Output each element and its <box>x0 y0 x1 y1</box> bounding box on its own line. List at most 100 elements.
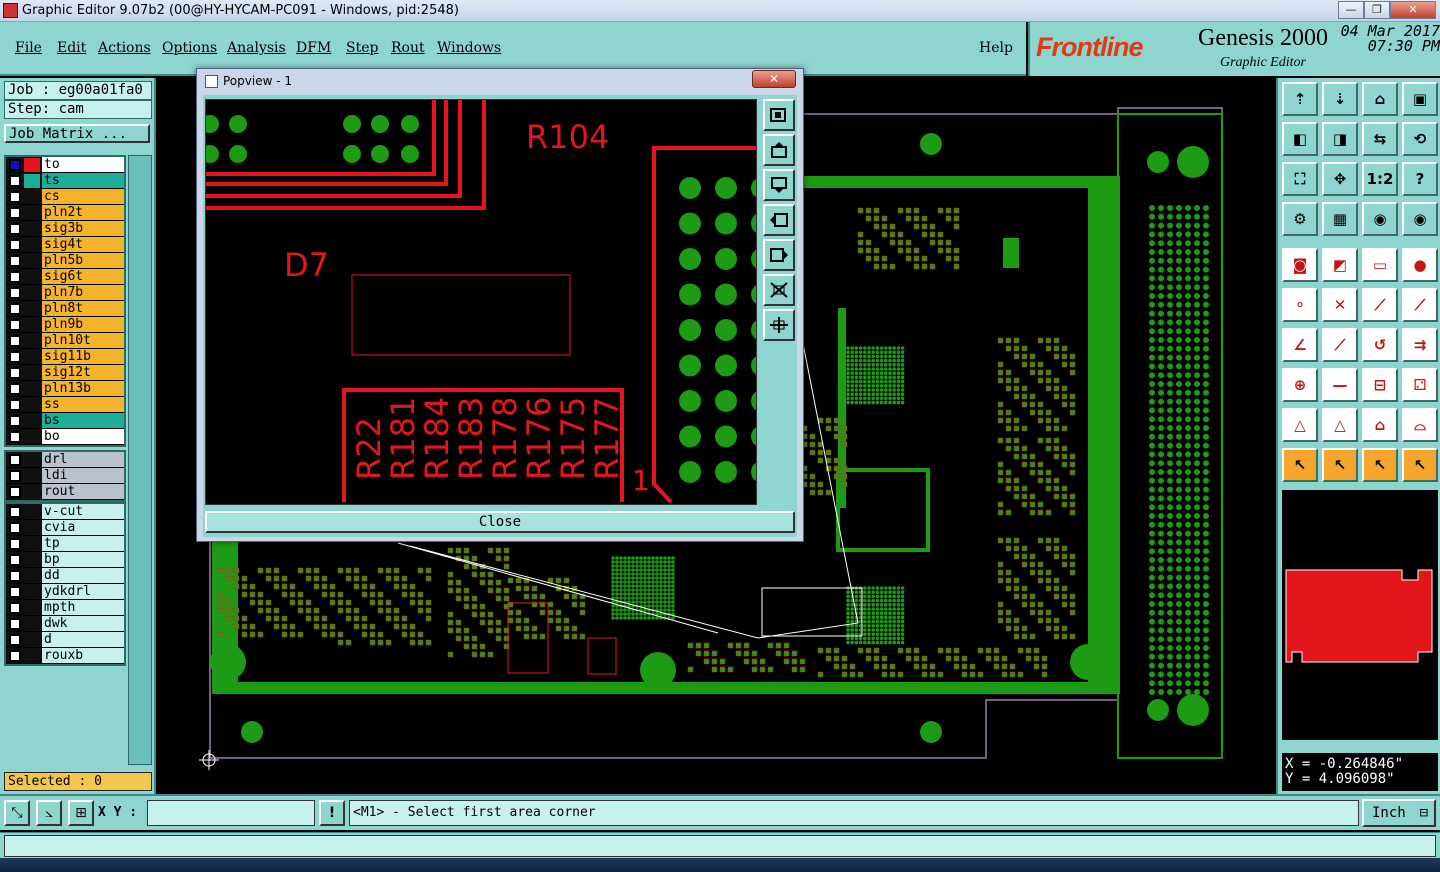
scale-icon[interactable]: 1:2 <box>1362 162 1398 196</box>
popview-home-button[interactable] <box>763 309 795 341</box>
help-query-icon[interactable]: ? <box>1402 162 1438 196</box>
layer-checkbox[interactable] <box>9 506 21 518</box>
rotate-icon[interactable]: ⟲ <box>1402 122 1438 156</box>
alert-button[interactable]: ! <box>319 800 345 826</box>
window-icon[interactable]: ▣ <box>1402 82 1438 116</box>
menu-options[interactable]: Options <box>162 40 217 56</box>
menu-windows[interactable]: Windows <box>437 40 501 56</box>
grid-toggle-icon[interactable]: ▦ <box>1322 202 1358 236</box>
menu-step[interactable]: Step <box>346 40 378 56</box>
arc-icon[interactable]: ⟋ <box>1402 288 1438 322</box>
layer-checkbox[interactable] <box>9 486 21 498</box>
popview-fit-button[interactable] <box>763 274 795 306</box>
layer-row[interactable]: bo <box>6 429 124 445</box>
menu-rout[interactable]: Rout <box>391 40 425 56</box>
layer-checkbox[interactable] <box>9 554 21 566</box>
layer-checkbox[interactable] <box>9 271 21 283</box>
home-view-icon[interactable]: ⌂ <box>1362 82 1398 116</box>
menu-analysis[interactable]: Analysis <box>227 40 286 56</box>
measure-box-icon[interactable]: ⊟ <box>1362 368 1398 402</box>
fit-icon[interactable]: ⛶ <box>1282 162 1318 196</box>
line-icon[interactable]: ⟋ <box>1362 288 1398 322</box>
layer-row[interactable]: ydkdrl <box>6 584 124 600</box>
zoom-area-icon[interactable]: ⤡ <box>4 800 30 826</box>
layer-checkbox[interactable] <box>9 159 21 171</box>
layer-row[interactable]: pln13b <box>6 381 124 397</box>
layer-row[interactable]: cvia <box>6 520 124 536</box>
layer-checkbox[interactable] <box>9 634 21 646</box>
layer-row[interactable]: sig11b <box>6 349 124 365</box>
popview-close-button[interactable]: Close <box>205 511 795 533</box>
overview-map[interactable] <box>1282 490 1438 740</box>
layer-row[interactable]: d <box>6 632 124 648</box>
layer-row[interactable]: pln2t <box>6 205 124 221</box>
flip-icon[interactable]: ⇆ <box>1362 122 1398 156</box>
group-icon[interactable]: ⚁ <box>1402 368 1438 402</box>
triangle-up-icon[interactable]: △ <box>1322 408 1358 442</box>
layer-checkbox[interactable] <box>9 538 21 550</box>
layer-checkbox[interactable] <box>9 586 21 598</box>
select-box-icon[interactable]: ↖ <box>1322 448 1358 482</box>
layer-row[interactable]: dd <box>6 568 124 584</box>
layer-checkbox[interactable] <box>9 470 21 482</box>
layer-row[interactable]: pln5b <box>6 253 124 269</box>
close-window-button[interactable]: ✕ <box>1390 1 1436 19</box>
arch-down-icon[interactable]: ⌓ <box>1402 408 1438 442</box>
maximize-button[interactable]: ❐ <box>1364 1 1390 19</box>
layer-compare-icon[interactable]: ◉ <box>1362 202 1398 236</box>
layer-row[interactable]: sig12t <box>6 365 124 381</box>
layer-checkbox[interactable] <box>9 319 21 331</box>
layer-checkbox[interactable] <box>9 570 21 582</box>
layer-checkbox[interactable] <box>9 415 21 427</box>
popview-pan-up-button[interactable] <box>763 134 795 166</box>
layer-row[interactable]: pln9b <box>6 317 124 333</box>
layer-row[interactable]: bp <box>6 552 124 568</box>
layer-row[interactable]: dwk <box>6 616 124 632</box>
node-icon[interactable]: ⊕ <box>1282 368 1318 402</box>
layer-row[interactable]: to <box>6 157 124 173</box>
menu-dfm[interactable]: DFM <box>296 40 331 56</box>
layer-checkbox[interactable] <box>9 207 21 219</box>
layer-row[interactable]: sig3b <box>6 221 124 237</box>
layer-row[interactable]: pln7b <box>6 285 124 301</box>
popview-canvas[interactable]: R104 D7 1 R22 R181 R184 R183 R178 R176 R175 R17… <box>205 99 757 505</box>
layer-copy-icon[interactable]: ◉ <box>1402 202 1438 236</box>
diagonal-icon[interactable]: ⟋ <box>1322 328 1358 362</box>
ruler-icon[interactable]: ▭ <box>1362 248 1398 282</box>
layer-row[interactable]: bs <box>6 413 124 429</box>
snap-icon[interactable]: ⚙ <box>1282 202 1318 236</box>
layer-checkbox[interactable] <box>9 383 21 395</box>
layer-checkbox[interactable] <box>9 175 21 187</box>
connect-icon[interactable]: ⚬ <box>1282 288 1318 322</box>
layer-checkbox[interactable] <box>9 351 21 363</box>
menu-file[interactable]: File <box>15 40 42 56</box>
popview-pan-left-button[interactable] <box>763 204 795 236</box>
layer-row[interactable]: ts <box>6 173 124 189</box>
select-net-icon[interactable]: ↖ <box>1402 448 1438 482</box>
rotate-arrow-icon[interactable]: ↺ <box>1362 328 1398 362</box>
layer-row[interactable]: ldi <box>6 468 124 484</box>
center-icon[interactable]: ✥ <box>1322 162 1358 196</box>
select-pointer-icon[interactable]: ↖ <box>1282 448 1318 482</box>
color-icon[interactable]: ◩ <box>1322 248 1358 282</box>
circle-icon[interactable]: ● <box>1402 248 1438 282</box>
layer-checkbox[interactable] <box>9 191 21 203</box>
layer-row[interactable]: pln10t <box>6 333 124 349</box>
grid-icon[interactable]: ⊞ <box>68 800 94 826</box>
layer-checkbox[interactable] <box>9 454 21 466</box>
layer-checkbox[interactable] <box>9 255 21 267</box>
select-lasso-icon[interactable]: ↖ <box>1362 448 1398 482</box>
layer-checkbox[interactable] <box>9 618 21 630</box>
layer-checkbox[interactable] <box>9 399 21 411</box>
unit-selector[interactable]: Inch ⊟ <box>1362 799 1436 827</box>
layer-row[interactable]: sig4t <box>6 237 124 253</box>
layer-checkbox[interactable] <box>9 650 21 662</box>
move-right-icon[interactable]: ◨ <box>1322 122 1358 156</box>
menu-help[interactable]: Help <box>979 40 1013 56</box>
layer-checkbox[interactable] <box>9 303 21 315</box>
flag-icon[interactable]: ⇉ <box>1402 328 1438 362</box>
layer-row[interactable]: tp <box>6 536 124 552</box>
layer-checkbox[interactable] <box>9 223 21 235</box>
layer-checkbox[interactable] <box>9 602 21 614</box>
layer-row[interactable]: pln8t <box>6 301 124 317</box>
